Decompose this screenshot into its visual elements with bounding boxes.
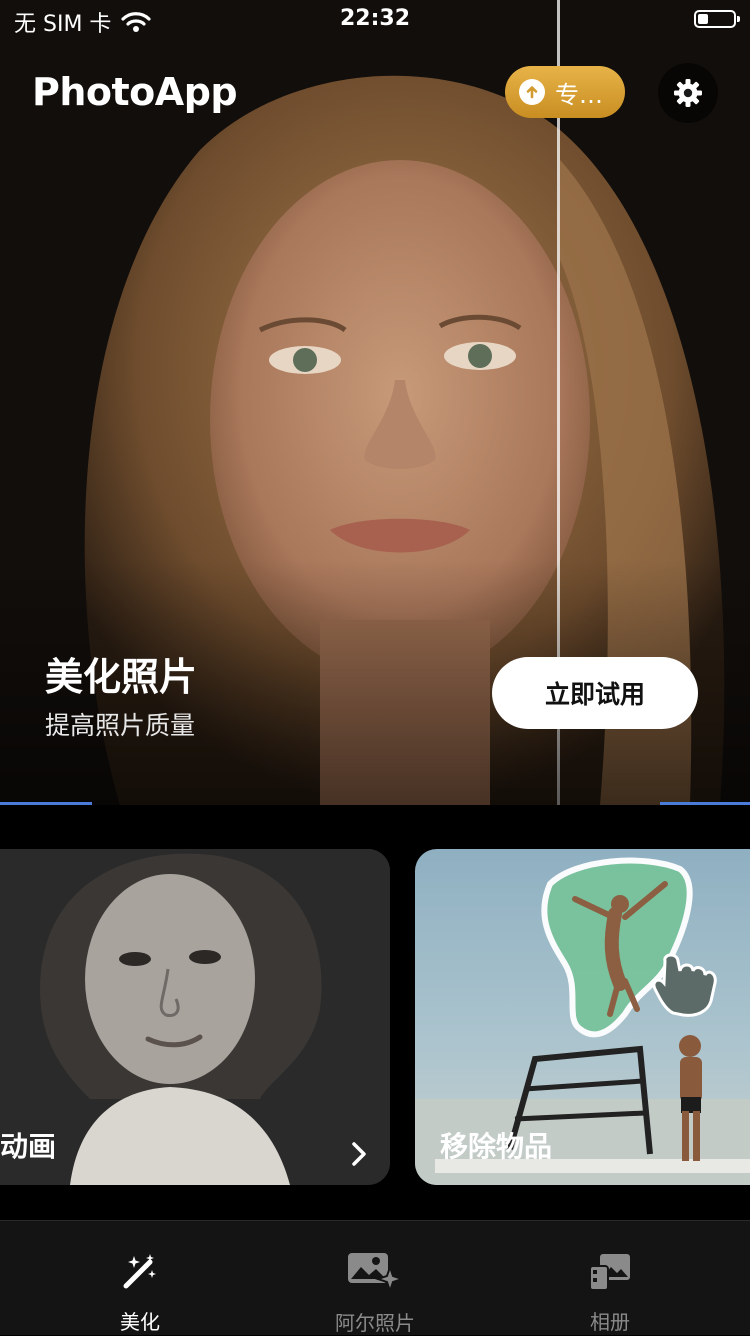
hero-subtitle: 提高照片质量	[45, 711, 196, 740]
tab-label-beautify: 美化	[120, 1310, 160, 1334]
tab-label-ai-photo: 阿尔照片	[335, 1311, 415, 1335]
tab-album[interactable]: 相册	[485, 1221, 735, 1335]
status-time: 22:32	[339, 6, 411, 31]
ai-photo-icon	[346, 1251, 404, 1293]
carousel-progress	[0, 802, 750, 805]
tab-ai-photo[interactable]: 阿尔照片	[250, 1221, 500, 1335]
tab-beautify[interactable]: 美化	[15, 1221, 265, 1335]
album-icon	[588, 1251, 632, 1292]
arrow-up-icon	[519, 79, 545, 105]
magic-wand-icon	[120, 1251, 160, 1292]
app-title: PhotoApp	[32, 70, 238, 114]
settings-button[interactable]	[658, 63, 718, 123]
pro-upgrade-button[interactable]: 专…	[505, 66, 625, 118]
status-bar: 无 SIM 卡 22:32	[0, 0, 750, 40]
bottom-tab-bar: 美化 阿尔照片 相册	[0, 1220, 750, 1335]
feature-card-remove-object[interactable]: 移除物品	[415, 849, 750, 1185]
try-now-button[interactable]: 立即试用	[492, 657, 698, 729]
battery-icon	[694, 10, 740, 28]
vintage-portrait-image	[0, 849, 390, 1185]
hero-title: 美化照片	[45, 655, 198, 699]
card-label-remove-object: 移除物品	[440, 1130, 553, 1163]
hero-banner[interactable]: 美化照片 提高照片质量 立即试用	[0, 0, 750, 805]
gear-icon	[674, 79, 702, 107]
tab-label-album: 相册	[590, 1310, 630, 1334]
pro-label: 专…	[555, 80, 603, 109]
card-label-animate: 动画	[0, 1130, 57, 1163]
chevron-right-icon	[352, 1142, 366, 1166]
feature-card-animate[interactable]: 动画	[0, 849, 390, 1185]
